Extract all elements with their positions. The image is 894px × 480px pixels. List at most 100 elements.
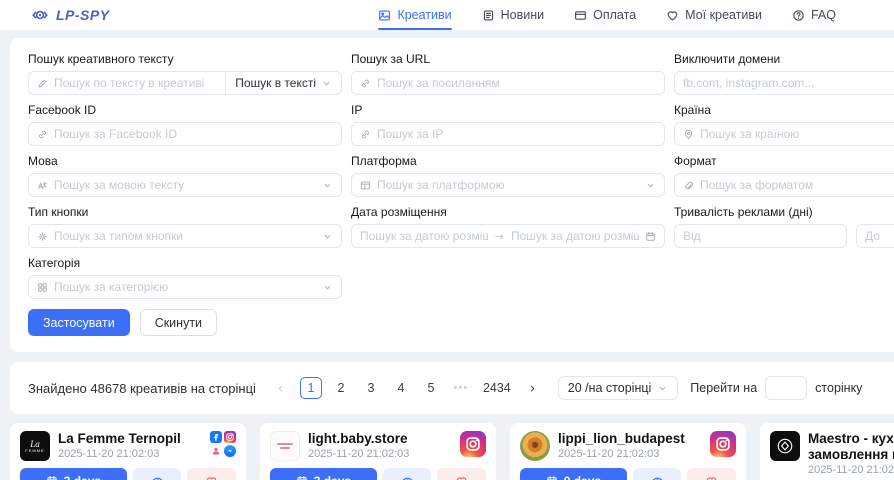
pagination-panel: Знайдено 48678 креативів на сторінці 1 2…: [10, 362, 894, 414]
apply-button[interactable]: Застосувати: [28, 309, 130, 336]
eye-icon: [151, 475, 164, 480]
platform-select-input[interactable]: [377, 178, 639, 192]
page-button[interactable]: 3: [360, 377, 382, 399]
favorite-button[interactable]: [687, 468, 736, 480]
view-button[interactable]: [633, 468, 682, 480]
card-date: 2025-11-20 21:02:03: [58, 448, 202, 461]
card-title: La Femme Ternopil: [58, 431, 202, 447]
ip-input[interactable]: [377, 127, 656, 141]
page-button[interactable]: 2: [330, 377, 352, 399]
url-input[interactable]: [377, 76, 656, 90]
card-title: light.baby.store: [308, 431, 452, 447]
image-icon: [378, 9, 391, 22]
pencil-icon: [37, 78, 48, 89]
days-label: 3 days: [64, 474, 101, 480]
exclude-domains-input[interactable]: [683, 76, 894, 90]
field-label: Дата розміщення: [351, 205, 665, 219]
tab-news[interactable]: Новини: [482, 0, 545, 30]
creative-text-input[interactable]: [54, 76, 219, 90]
chevron-right-icon: [527, 383, 538, 394]
tab-creatives[interactable]: Креативи: [378, 0, 451, 30]
filter-platform: Платформа: [351, 154, 665, 197]
country-input[interactable]: [700, 127, 894, 141]
page-button[interactable]: 1: [300, 377, 322, 399]
date-to-input[interactable]: [511, 229, 639, 243]
main-nav: Креативи Новини Оплата Мої креативи FAQ: [378, 0, 894, 30]
chevron-left-icon: [275, 383, 286, 394]
days-active-button[interactable]: 3 days: [20, 468, 127, 480]
view-button[interactable]: [383, 468, 432, 480]
goto-page-input[interactable]: [765, 376, 807, 400]
translate-icon: [37, 180, 48, 191]
language-select-input[interactable]: [54, 178, 316, 192]
duration-to-input[interactable]: [865, 229, 894, 243]
prev-page-button[interactable]: [270, 377, 292, 399]
category-select-input[interactable]: [54, 280, 316, 294]
filter-creative-text: Пошук креативного тексту Пошук в тексті: [28, 52, 342, 95]
last-page-button[interactable]: 2434: [480, 377, 514, 399]
field-label: Пошук за URL: [351, 52, 665, 66]
card-date: 2025-11-20 21:02:03: [308, 448, 452, 461]
creative-card: Maestro - кухні, ме замовлення в Ужго 20…: [760, 423, 894, 480]
category-icon: [37, 282, 48, 293]
days-active-button[interactable]: 3 days: [270, 468, 377, 480]
filter-category: Категорія: [28, 256, 342, 299]
date-from-input[interactable]: [360, 229, 488, 243]
calendar-icon: [296, 475, 308, 480]
goto-page: Перейти на сторінку: [690, 376, 862, 400]
filter-duration: Тривалість реклами (дні): [674, 205, 894, 248]
favorite-button[interactable]: [187, 468, 236, 480]
chevron-down-icon[interactable]: [322, 282, 333, 293]
field-label: Платформа: [351, 154, 665, 168]
search-mode-select[interactable]: Пошук в тексті: [225, 72, 341, 94]
credit-card-icon: [574, 9, 587, 22]
days-active-button[interactable]: 0 days: [520, 468, 627, 480]
creative-cards: LaFEMME La Femme Ternopil 2025-11-20 21:…: [10, 423, 894, 480]
format-select-input[interactable]: [700, 178, 894, 192]
filter-url: Пошук за URL: [351, 52, 665, 95]
tab-label: Креативи: [397, 8, 451, 22]
heart-icon: [205, 475, 218, 480]
field-label: Тривалість реклами (дні): [674, 205, 894, 219]
chevron-down-icon: [321, 78, 332, 89]
chevron-down-icon: [657, 383, 668, 394]
calendar-icon: [645, 231, 656, 242]
view-button[interactable]: [133, 468, 182, 480]
heart-icon: [705, 475, 718, 480]
chevron-down-icon[interactable]: [322, 180, 333, 191]
chevron-down-icon[interactable]: [322, 231, 333, 242]
chevron-down-icon[interactable]: [645, 180, 656, 191]
pages-ellipsis[interactable]: •••: [450, 377, 472, 399]
page-size-select[interactable]: 20 /на сторінці: [558, 376, 679, 400]
card-date: 2025-11-20 21:02:03: [808, 464, 894, 477]
filter-country: Країна: [674, 103, 894, 146]
tab-faq[interactable]: FAQ: [792, 0, 836, 30]
button-type-select-input[interactable]: [54, 229, 316, 243]
field-label: Країна: [674, 103, 894, 117]
card-title: lippi_lion_budapest: [558, 431, 702, 447]
favorite-button[interactable]: [437, 468, 486, 480]
page-button[interactable]: 5: [420, 377, 442, 399]
field-label: Пошук креативного тексту: [28, 52, 342, 66]
avatar: [270, 431, 300, 461]
brand-name: LP-SPY: [56, 7, 110, 23]
paperclip-icon: [683, 180, 694, 191]
header: LP-SPY Креативи Новини Оплата Мої креати…: [0, 0, 894, 30]
avatar: LaFEMME: [20, 431, 50, 461]
question-icon: [792, 9, 805, 22]
tab-my-creatives[interactable]: Мої креативи: [666, 0, 762, 30]
tab-label: Оплата: [593, 8, 636, 22]
creative-card: light.baby.store 2025-11-20 21:02:03 3 d…: [260, 423, 496, 480]
page-size-value: 20 /на сторінці: [568, 381, 652, 395]
field-label: Виключити домени: [674, 52, 894, 66]
heart-icon: [666, 9, 679, 22]
brand-logo[interactable]: LP-SPY: [30, 7, 110, 23]
goto-suffix-label: сторінку: [815, 381, 862, 395]
tab-payment[interactable]: Оплата: [574, 0, 636, 30]
next-page-button[interactable]: [522, 377, 544, 399]
reset-button[interactable]: Скинути: [140, 309, 217, 336]
gear-icon: [37, 231, 48, 242]
facebook-id-input[interactable]: [54, 127, 333, 141]
duration-from-input[interactable]: [683, 229, 838, 243]
page-button[interactable]: 4: [390, 377, 412, 399]
